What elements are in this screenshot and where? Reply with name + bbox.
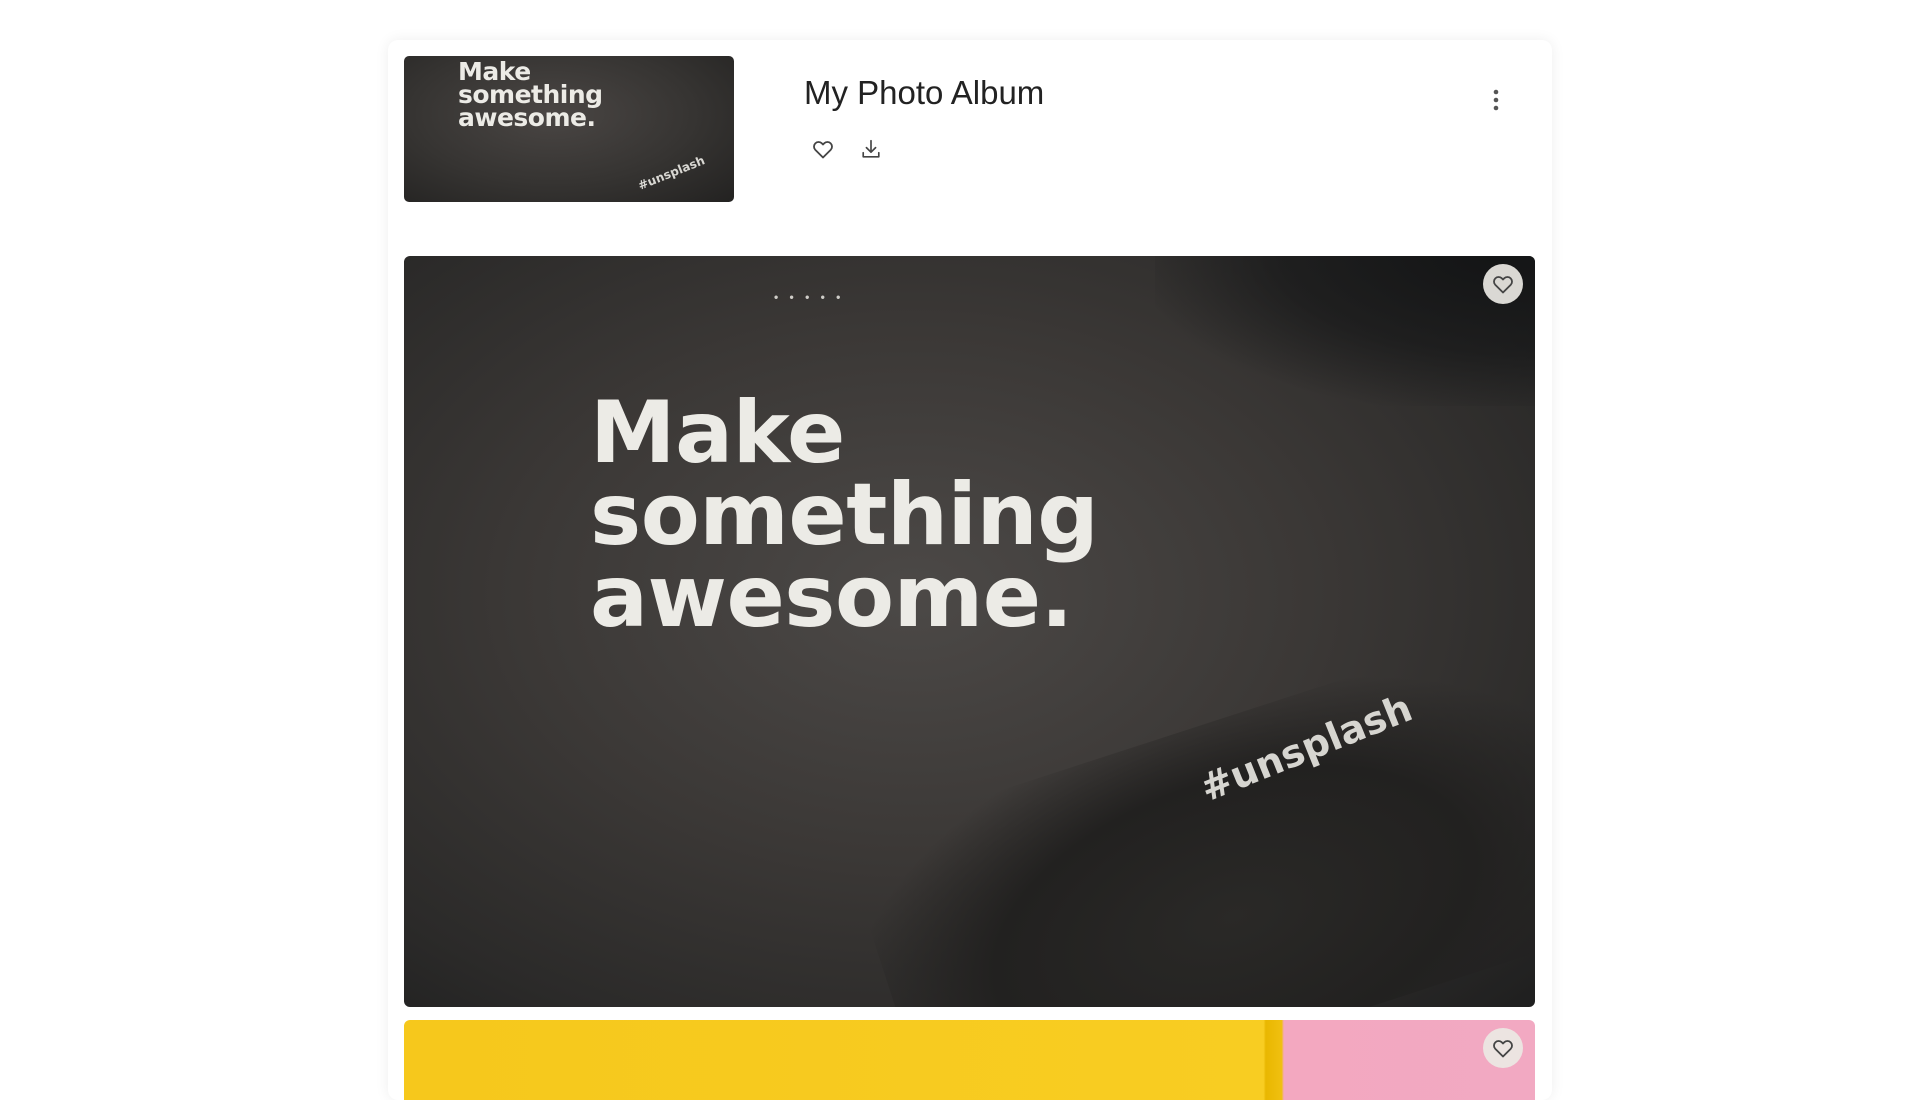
album-photo[interactable]: • • • • • Make something awesome. #unspl…: [404, 256, 1535, 1007]
album-title: My Photo Album: [804, 74, 1045, 111]
album-photo[interactable]: [404, 1020, 1535, 1100]
photo-shadow: [1155, 256, 1535, 406]
like-album-button[interactable]: [805, 131, 841, 167]
heart-outline-icon: [813, 141, 833, 159]
album-cover-image[interactable]: Make something awesome. #unsplash: [404, 56, 734, 202]
download-icon: [862, 139, 880, 158]
favorite-photo-button[interactable]: [1483, 1028, 1523, 1068]
heart-outline-icon: [1493, 276, 1513, 294]
cover-shirt-text: Make something awesome.: [458, 57, 603, 132]
album-card: Make something awesome. #unsplash My Pho…: [388, 40, 1552, 1100]
favorite-photo-button[interactable]: [1483, 264, 1523, 304]
photo-sleeve: [841, 625, 1535, 1007]
collar-print: • • • • •: [774, 290, 845, 304]
photo-shirt-text: Make something awesome.: [590, 383, 1099, 647]
more-options-button[interactable]: [1478, 80, 1514, 120]
download-album-button[interactable]: [853, 131, 889, 167]
heart-outline-icon: [1493, 1040, 1513, 1058]
cover-shirt-tag: #unsplash: [635, 153, 707, 193]
more-vertical-icon: [1493, 89, 1499, 111]
